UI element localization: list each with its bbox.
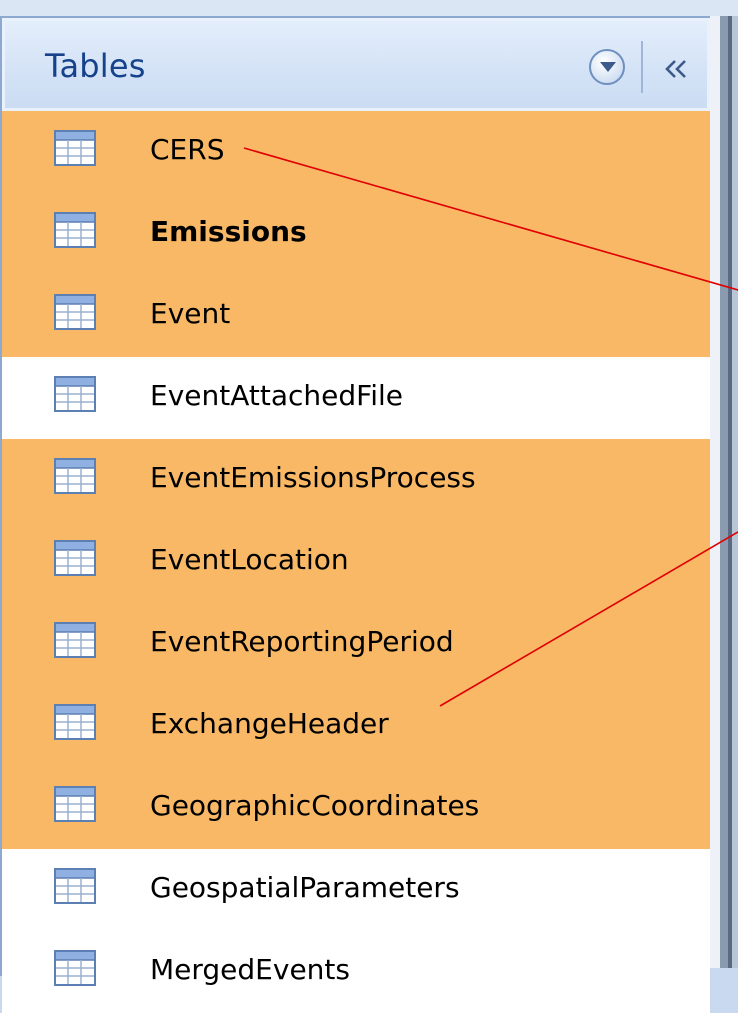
table-name: EventEmissionsProcess [150,461,476,494]
table-list-item[interactable]: GeographicCoordinates [2,767,710,849]
table-list-item[interactable]: MergedEvents [2,931,710,1013]
table-name: Event [150,297,231,330]
double-chevron-left-icon [665,60,686,78]
table-icon [54,294,96,330]
table-name: GeospatialParameters [150,871,460,904]
table-name: Emissions [150,215,307,248]
table-list-item[interactable]: EventReportingPeriod [2,603,710,685]
pane-title[interactable]: Tables [45,47,146,85]
table-icon [54,130,96,166]
shutter-bar-collapse-button[interactable] [653,51,699,85]
table-name: ExchangeHeader [150,707,389,740]
table-name: GeographicCoordinates [150,789,480,822]
document-area-edge [710,16,738,968]
navigation-pane-header: Tables [2,18,710,111]
table-name: MergedEvents [150,953,350,986]
table-name: EventAttachedFile [150,379,403,412]
pane-options-dropdown-button[interactable] [589,49,625,85]
table-icon [54,622,96,658]
table-list: CERS Emissions Event EventAttachedFile Event… [2,111,710,1013]
chevron-down-icon [600,62,616,72]
table-icon [54,540,96,576]
table-list-item[interactable]: Event [2,275,710,357]
table-icon [54,704,96,740]
table-icon [54,458,96,494]
table-icon [54,786,96,822]
table-list-item[interactable]: EventAttachedFile [2,357,710,439]
table-icon [54,950,96,986]
header-separator [641,41,643,93]
table-name: EventReportingPeriod [150,625,454,658]
table-icon [54,868,96,904]
table-icon [54,212,96,248]
table-list-item[interactable]: EventEmissionsProcess [2,439,710,521]
table-list-item[interactable]: GeospatialParameters [2,849,710,931]
table-name: CERS [150,133,225,166]
border-shade [720,16,728,968]
table-name: EventLocation [150,543,349,576]
table-icon [54,376,96,412]
navigation-pane: Tables CERS Emissions Event EventAttachedFi… [0,16,710,1013]
table-list-item[interactable]: EventLocation [2,521,710,603]
window-top-strip [0,0,738,16]
table-list-item[interactable]: Emissions [2,193,710,275]
border-light [732,16,738,968]
table-list-item[interactable]: CERS [2,111,710,193]
table-list-item[interactable]: ExchangeHeader [2,685,710,767]
